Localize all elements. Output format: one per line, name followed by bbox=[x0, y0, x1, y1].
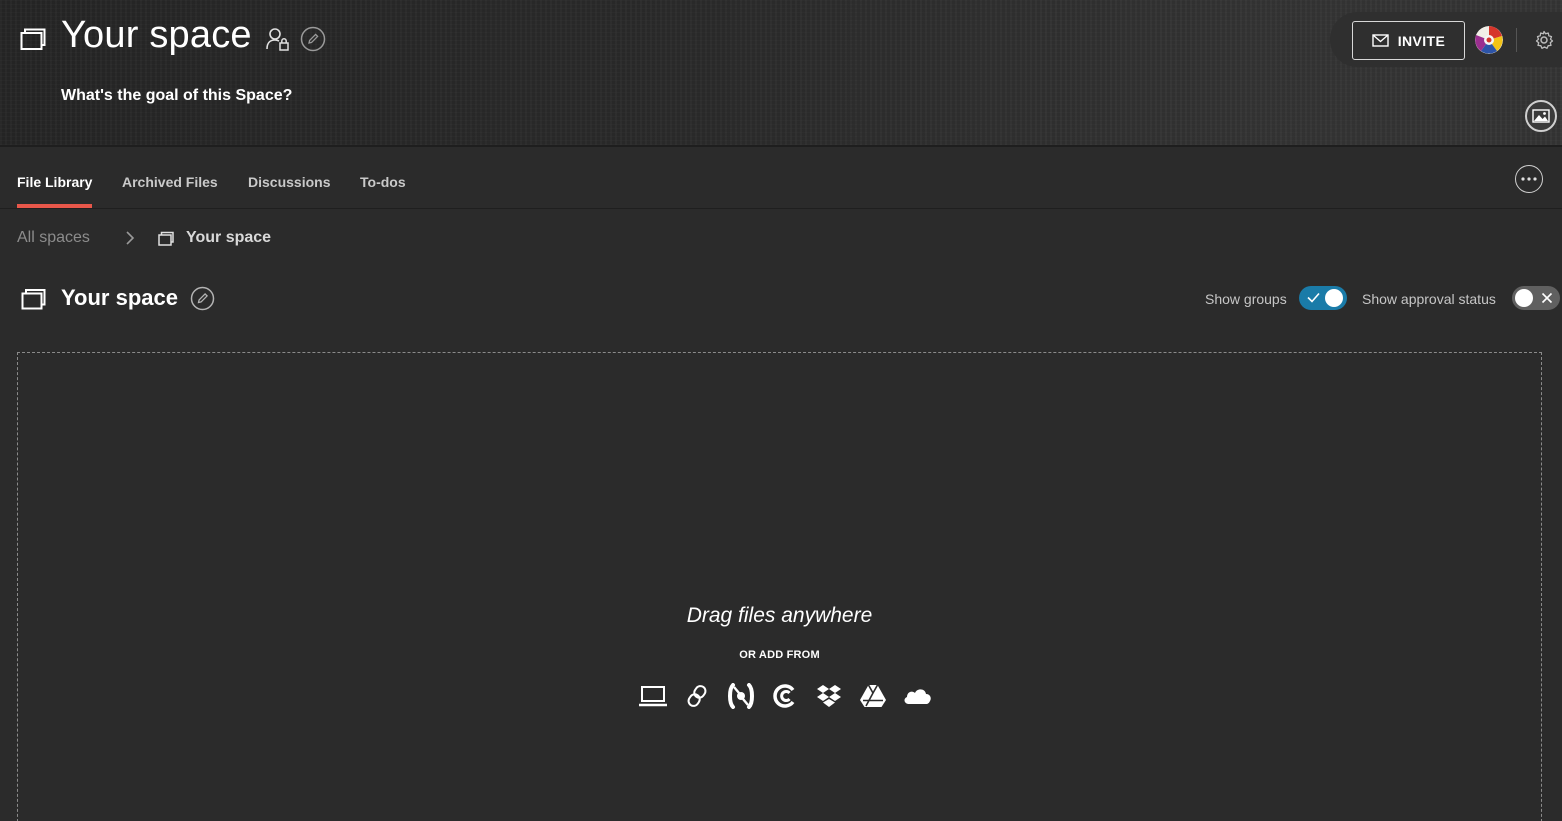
breadcrumb-all-spaces[interactable]: All spaces bbox=[17, 229, 90, 247]
link-icon[interactable] bbox=[682, 681, 712, 711]
frameio-icon[interactable] bbox=[726, 681, 756, 711]
breadcrumb-current: Your space bbox=[186, 229, 272, 246]
avatar[interactable] bbox=[1475, 26, 1503, 54]
space-goal-input[interactable]: What's the goal of this Space? bbox=[61, 87, 292, 105]
drop-title: Drag files anywhere bbox=[686, 604, 873, 627]
show-groups-label: Show groups bbox=[1205, 291, 1287, 307]
toggle-knob bbox=[1325, 289, 1343, 307]
space-icon bbox=[158, 231, 174, 246]
edit-title-pencil-icon[interactable] bbox=[300, 26, 326, 52]
space-icon bbox=[20, 27, 46, 51]
close-icon bbox=[1541, 292, 1553, 304]
divider bbox=[1516, 28, 1517, 52]
invite-button[interactable]: INVITE bbox=[1352, 21, 1465, 60]
onedrive-icon[interactable] bbox=[902, 681, 932, 711]
tab-file-library[interactable]: File Library bbox=[17, 174, 93, 208]
ellipsis-icon bbox=[1521, 177, 1537, 181]
add-from-label: OR ADD FROM bbox=[739, 649, 820, 661]
gear-icon[interactable] bbox=[1534, 30, 1554, 50]
space-title[interactable]: Your space bbox=[61, 14, 252, 57]
dropbox-icon[interactable] bbox=[814, 681, 844, 711]
space-header: Your space What's the goal of this Space… bbox=[0, 0, 1562, 147]
tab-discussions[interactable]: Discussions bbox=[248, 174, 330, 204]
toggle-knob bbox=[1515, 289, 1533, 307]
invite-label: INVITE bbox=[1397, 32, 1446, 49]
show-groups-toggle[interactable] bbox=[1299, 286, 1347, 310]
more-options-button[interactable] bbox=[1515, 165, 1543, 193]
space-icon bbox=[21, 288, 46, 310]
tab-bar: File Library Archived Files Discussions … bbox=[0, 149, 1562, 209]
section-title: Your space bbox=[61, 285, 178, 310]
pencil-icon[interactable] bbox=[190, 286, 215, 311]
mail-icon bbox=[1372, 34, 1389, 47]
file-drop-zone[interactable]: Drag files anywhere OR ADD FROM bbox=[17, 352, 1542, 821]
private-user-icon[interactable] bbox=[265, 26, 291, 52]
computer-icon[interactable] bbox=[638, 681, 668, 711]
creative-cloud-icon[interactable] bbox=[770, 681, 800, 711]
check-icon bbox=[1307, 292, 1320, 303]
image-icon bbox=[1532, 109, 1550, 123]
change-cover-button[interactable] bbox=[1525, 100, 1557, 132]
show-approval-status-label: Show approval status bbox=[1362, 291, 1496, 307]
upload-sources bbox=[638, 681, 932, 711]
tab-todos[interactable]: To-dos bbox=[360, 174, 406, 204]
show-approval-status-toggle[interactable] bbox=[1512, 286, 1560, 310]
tab-archived-files[interactable]: Archived Files bbox=[122, 174, 218, 204]
chevron-right-icon bbox=[124, 231, 136, 245]
google-drive-icon[interactable] bbox=[858, 681, 888, 711]
